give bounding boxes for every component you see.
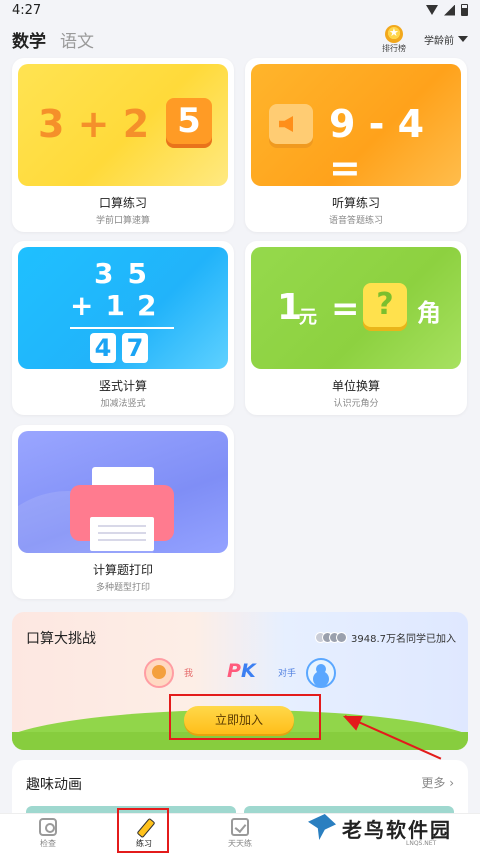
pk-row: 我 PK 对手 [12, 658, 468, 688]
listen-equation: 9 - 4 = [329, 102, 425, 186]
pk-logo: PK [227, 660, 256, 682]
header-right: 排行榜 学龄前 [382, 24, 468, 54]
signal-icon [444, 4, 455, 16]
answer-box: 5 [166, 98, 212, 144]
opponent-avatar [306, 658, 336, 688]
paper-line [98, 525, 146, 527]
printer-paper-out [90, 517, 154, 551]
pk-k: K [240, 660, 256, 682]
trophy-icon [385, 24, 403, 43]
more-link[interactable]: 更多 › [421, 774, 454, 791]
vertical-line-1: 35 [94, 257, 161, 290]
vertical-line-2: +12 [70, 289, 169, 322]
top-header: 数学 语文 排行榜 学龄前 [0, 22, 480, 56]
speaker-box [269, 104, 313, 144]
card-title: 听算练习 [331, 196, 380, 210]
card-title: 竖式计算 [98, 379, 147, 393]
print-art [18, 431, 228, 553]
nav-label: 检查 [40, 839, 56, 848]
card-subtitle: 加减法竖式 [100, 399, 146, 409]
nav-daily[interactable]: 天天练 [210, 818, 270, 849]
watermark-text: 老鸟软件园 [342, 818, 452, 842]
sum-line [70, 327, 174, 329]
card-title: 单位换算 [331, 379, 380, 393]
card-unit-conversion[interactable]: 1 元 = ? 角 单位换算 认识元角分 [245, 241, 467, 415]
unit-jiao: 角 [417, 299, 441, 327]
card-title: 计算题打印 [92, 563, 153, 577]
paper-line [98, 539, 146, 541]
status-time: 4:27 [12, 2, 42, 18]
wifi-icon [426, 5, 438, 15]
question-box: ? [363, 283, 407, 327]
highlight-box-join [169, 694, 321, 740]
mental-arithmetic-art: 3 + 2 = 5 [18, 64, 228, 186]
opponent-label: 对手 [278, 669, 297, 679]
card-subtitle: 语音答题练习 [328, 216, 383, 226]
rank-label: 排行榜 [382, 43, 406, 53]
tab-chinese[interactable]: 语文 [60, 27, 94, 52]
card-subtitle: 学前口算速算 [95, 216, 150, 226]
card-mental-arithmetic[interactable]: 3 + 2 = 5 口算练习 学前口算速算 [12, 58, 234, 232]
pk-p: P [227, 660, 241, 682]
grade-label: 学龄前 [424, 35, 454, 47]
digit-4: 4 [90, 333, 116, 363]
status-icons [426, 4, 468, 16]
participant-count-text: 3948.7万名同学已加入 [351, 634, 456, 645]
card-listen-arithmetic[interactable]: 9 - 4 = 听算练习 语音答题练习 [245, 58, 467, 232]
card-subtitle: 多种题型打印 [95, 583, 150, 593]
vertical-calc-art: 35 +12 4 7 [18, 247, 228, 369]
participant-count: 3948.7万名同学已加入 [315, 630, 456, 645]
participant-avatars [315, 632, 347, 643]
card-print[interactable]: 计算题打印 多种题型打印 [12, 425, 234, 599]
unit-equals: = [331, 289, 360, 329]
card-vertical-calc[interactable]: 35 +12 4 7 竖式计算 加减法竖式 [12, 241, 234, 415]
grade-selector[interactable]: 学龄前 [424, 32, 468, 47]
battery-icon [461, 4, 468, 16]
me-avatar [144, 658, 174, 688]
rank-button[interactable]: 排行榜 [382, 24, 406, 54]
unit-conversion-art: 1 元 = ? 角 [251, 247, 461, 369]
check-calendar-icon [231, 818, 249, 836]
status-bar: 4:27 [0, 0, 480, 20]
nav-check[interactable]: 检查 [18, 818, 78, 849]
camera-icon [39, 818, 57, 836]
listen-arithmetic-art: 9 - 4 = [251, 64, 461, 186]
speaker-icon [279, 116, 293, 132]
nav-label: 天天练 [228, 839, 252, 848]
unit-yuan: 元 [299, 307, 317, 328]
paper-line [98, 532, 146, 534]
watermark-sub: LNQS.NET [406, 840, 437, 847]
animation-title: 趣味动画 [26, 777, 82, 793]
avatar [336, 632, 347, 643]
watermark: 老鸟软件园 LNQS.NET [306, 810, 476, 850]
card-title: 口算练习 [98, 196, 147, 210]
card-subtitle: 认识元角分 [333, 399, 379, 409]
bird-logo-icon [308, 814, 336, 840]
me-label: 我 [184, 669, 194, 679]
tab-math[interactable]: 数学 [12, 27, 46, 52]
chevron-down-icon [458, 36, 468, 42]
challenge-title: 口算大挑战 [26, 631, 96, 647]
digit-7: 7 [122, 333, 148, 363]
highlight-box-practice [117, 808, 169, 853]
